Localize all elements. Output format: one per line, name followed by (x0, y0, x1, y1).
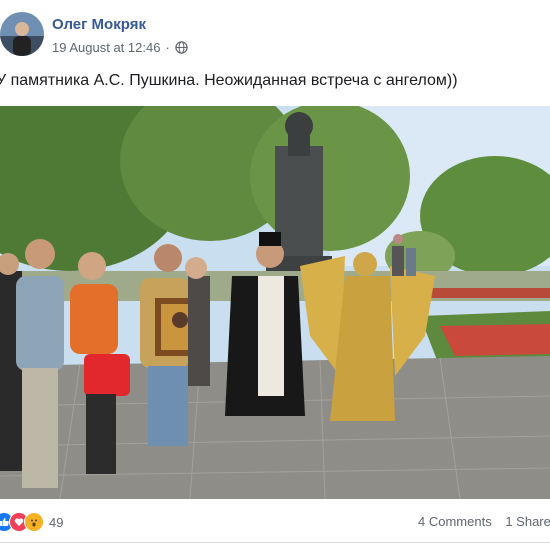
post-photo[interactable] (0, 106, 550, 499)
globe-icon[interactable] (175, 41, 188, 54)
post-caption: У памятника А.С. Пушкина. Неожиданная вс… (0, 72, 458, 89)
post-header: Олег Мокряк 19 August at 12:46 · (0, 0, 550, 64)
reactions-summary[interactable]: 49 (0, 512, 63, 532)
post-footer: 49 4 Comments 1 Share (0, 500, 550, 550)
meta-separator: · (165, 40, 170, 55)
author-name[interactable]: Олег Мокряк (52, 16, 146, 33)
reaction-count[interactable]: 49 (49, 515, 63, 530)
post-meta: 19 August at 12:46 · (52, 40, 188, 55)
post-stats: 4 Comments 1 Share (418, 514, 550, 529)
comments-count-link[interactable]: 4 Comments (418, 514, 492, 529)
footer-divider (0, 542, 550, 543)
shares-count-link[interactable]: 1 Share (505, 514, 550, 529)
post-timestamp[interactable]: 19 August at 12:46 (52, 40, 160, 55)
wow-reaction-icon (24, 512, 44, 532)
author-avatar[interactable] (0, 12, 44, 56)
